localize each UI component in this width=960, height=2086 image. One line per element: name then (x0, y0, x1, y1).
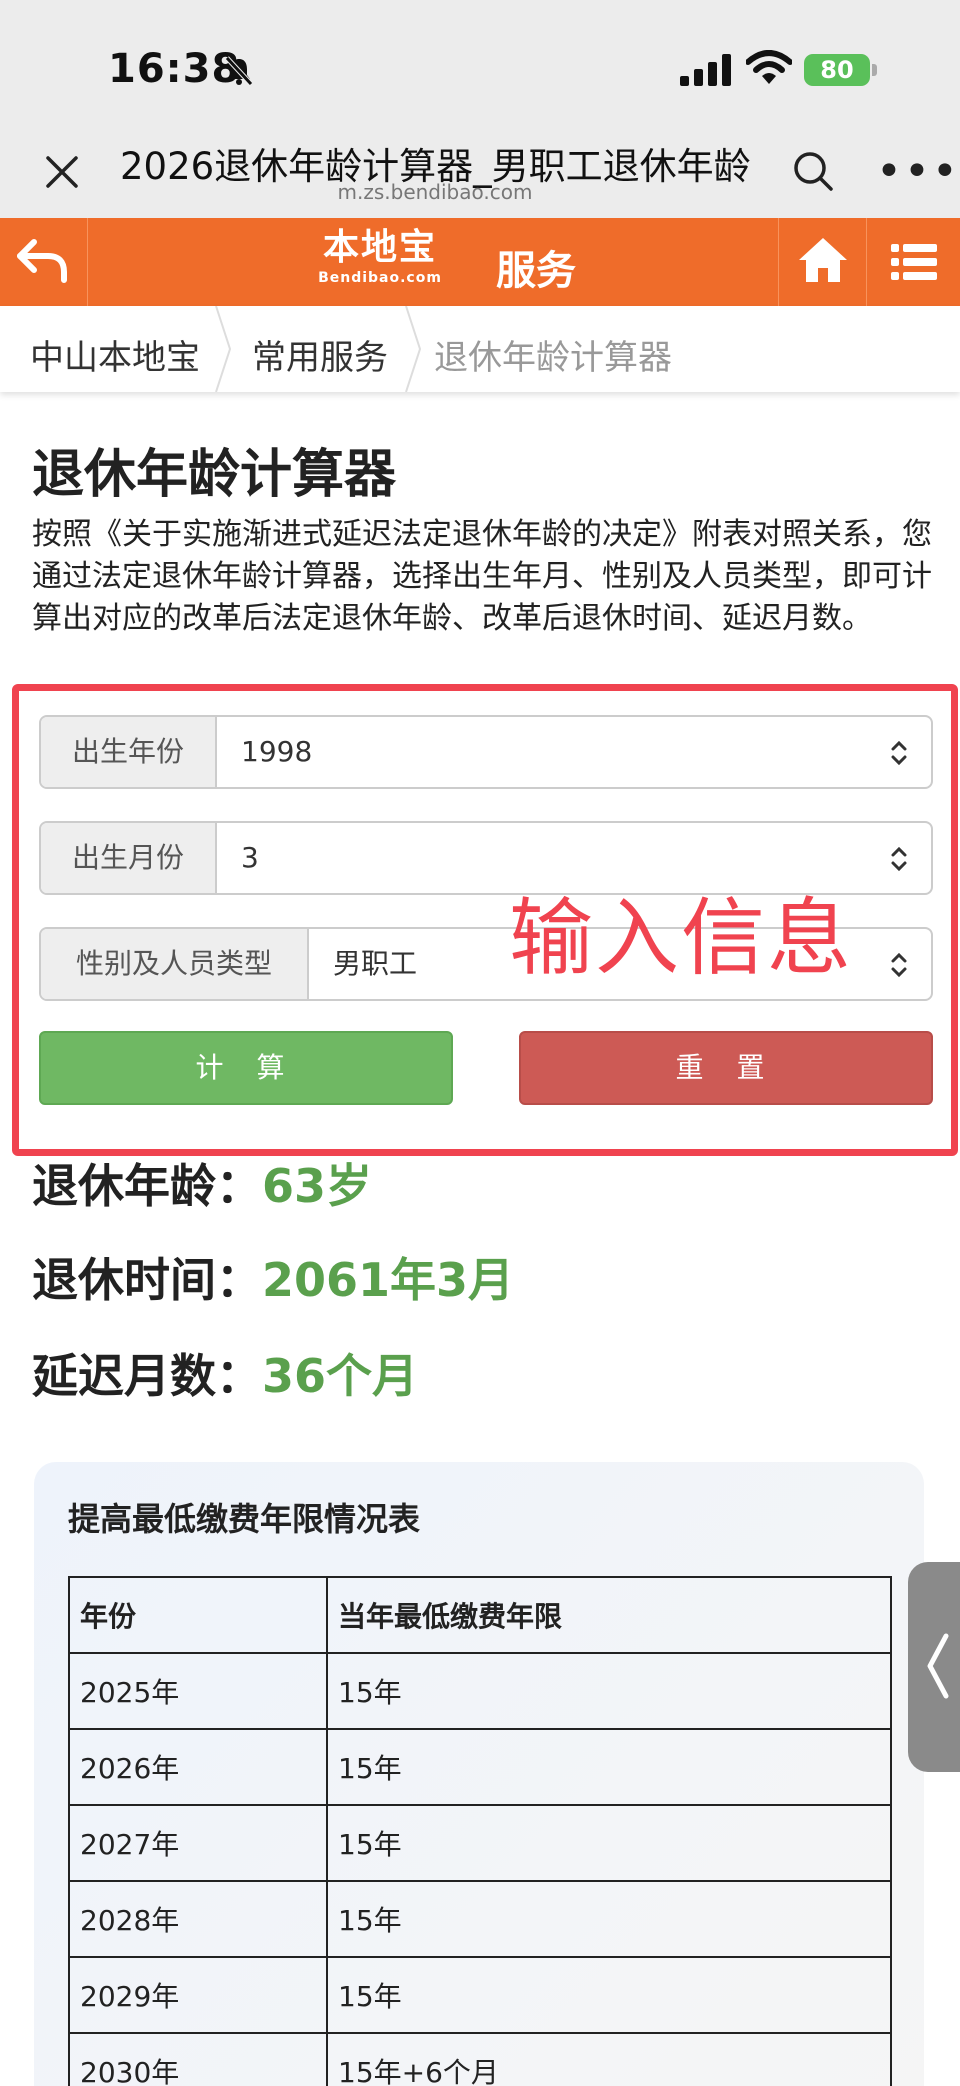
breadcrumb-separator-icon (215, 306, 232, 392)
table-cell-years: 15年 (326, 1804, 892, 1882)
retirement-age-label: 退休年龄： (32, 1159, 262, 1213)
table-cell-years: 15年 (326, 1880, 892, 1958)
result-retirement-time: 退休时间：2061年3月 (32, 1244, 514, 1310)
breadcrumb-separator-icon (405, 306, 422, 392)
birth-year-label: 出生年份 (41, 717, 217, 787)
birth-year-value: 1998 (241, 735, 313, 768)
table-cell-years: 15年+6个月 (326, 2032, 892, 2086)
browser-url: m.zs.bendibao.com (337, 180, 533, 204)
calculate-button[interactable]: 计 算 (39, 1031, 453, 1105)
side-drawer-tab[interactable] (908, 1562, 960, 1772)
retirement-age-value: 63岁 (262, 1159, 373, 1213)
table-cell-years: 15年 (326, 1652, 892, 1730)
menu-button[interactable] (866, 218, 960, 306)
table-cell-year: 2028年 (68, 1880, 328, 1958)
browser-bar: 2026退休年龄计算器_男职工退休年龄 m.zs.bendibao.com ••… (0, 130, 960, 218)
breadcrumb: 中山本地宝 常用服务 退休年龄计算器 (0, 306, 960, 392)
delay-months-label: 延迟月数： (32, 1349, 262, 1403)
home-button[interactable] (778, 218, 866, 306)
back-arrow-icon (17, 239, 67, 283)
logo-main-text: 本地宝 (322, 227, 437, 268)
bendibao-logo[interactable]: 本地宝 Bendibao.com (300, 226, 460, 298)
site-header: 本地宝 Bendibao.com 服务 (0, 218, 960, 306)
table-row: 2025年 15年 (68, 1652, 892, 1730)
birth-month-label: 出生月份 (41, 823, 217, 893)
person-type-label: 性别及人员类型 (41, 929, 309, 999)
header-title: 服务 (496, 248, 576, 294)
breadcrumb-services[interactable]: 常用服务 (252, 330, 388, 379)
table-cell-years: 15年 (326, 1956, 892, 2034)
bell-muted-icon (225, 56, 253, 86)
table-row: 2027年 15年 (68, 1804, 892, 1882)
reset-button[interactable]: 重 置 (519, 1031, 933, 1105)
birth-year-select[interactable]: 出生年份 1998 (39, 715, 933, 789)
select-updown-icon (891, 846, 907, 872)
chevron-left-icon (927, 1633, 949, 1699)
home-icon (799, 238, 847, 282)
birth-month-value: 3 (241, 841, 259, 874)
select-updown-icon (891, 952, 907, 978)
breadcrumb-home[interactable]: 中山本地宝 (30, 330, 200, 379)
table-row: 2028年 15年 (68, 1880, 892, 1958)
breadcrumb-current: 退休年龄计算器 (434, 338, 672, 378)
status-time: 16:38 (108, 46, 241, 92)
table-row: 2029年 15年 (68, 1956, 892, 2034)
logo-sub-text: Bendibao.com (318, 270, 442, 286)
table-header-years-required: 当年最低缴费年限 (326, 1576, 892, 1654)
table-row: 2030年 15年+6个月 (68, 2032, 892, 2086)
result-retirement-age: 退休年龄：63岁 (32, 1150, 372, 1216)
table-cell-year: 2026年 (68, 1728, 328, 1806)
table-cell-year: 2030年 (68, 2032, 328, 2086)
fee-table-title: 提高最低缴费年限情况表 (68, 1500, 421, 1538)
annotation-input-info: 输入信息 (509, 889, 854, 987)
search-icon[interactable] (790, 148, 836, 194)
calculator-form: 出生年份 1998 出生月份 3 性别及人员类型 男职工 输入信息 计 算 重 … (12, 684, 958, 1156)
table-row: 2026年 15年 (68, 1728, 892, 1806)
select-updown-icon (891, 740, 907, 766)
retirement-time-value: 2061年3月 (262, 1253, 515, 1307)
table-header-year: 年份 (68, 1576, 328, 1654)
fee-table: 年份 当年最低缴费年限 2025年 15年 2026年 15年 2027年 15… (68, 1576, 892, 2086)
table-cell-year: 2029年 (68, 1956, 328, 2034)
delay-months-value: 36个月 (262, 1349, 419, 1403)
fee-table-card: 提高最低缴费年限情况表 年份 当年最低缴费年限 2025年 15年 2026年 … (34, 1462, 924, 2086)
more-options-icon[interactable]: ••• (876, 150, 960, 194)
page-title: 退休年龄计算器 (32, 445, 397, 505)
table-cell-years: 15年 (326, 1728, 892, 1806)
status-bar: 16:38 80 (0, 0, 960, 130)
battery-tip (872, 64, 877, 76)
page-description: 按照《关于实施渐进式延迟法定退休年龄的决定》附表对照关系，您通过法定退休年龄计算… (32, 517, 932, 636)
back-button[interactable] (0, 218, 88, 306)
retirement-time-label: 退休时间： (32, 1253, 262, 1307)
result-delay-months: 延迟月数：36个月 (32, 1340, 418, 1406)
person-type-value: 男职工 (333, 947, 418, 980)
table-cell-year: 2027年 (68, 1804, 328, 1882)
cellular-signal-icon (680, 54, 731, 86)
wifi-icon (746, 50, 792, 84)
table-header-row: 年份 当年最低缴费年限 (68, 1576, 892, 1654)
battery-indicator: 80 (804, 54, 870, 86)
list-menu-icon (891, 244, 937, 280)
table-cell-year: 2025年 (68, 1652, 328, 1730)
